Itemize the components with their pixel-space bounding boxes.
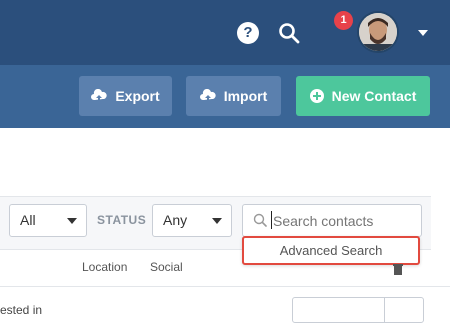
new-contact-label: New Contact (331, 88, 417, 104)
trash-icon[interactable] (392, 262, 404, 280)
status-select-value: Any (163, 212, 188, 228)
plus-circle-icon (309, 89, 324, 103)
cloud-upload-icon (91, 89, 107, 102)
notification-badge: 1 (334, 11, 353, 30)
status-label: STATUS (97, 213, 147, 227)
chevron-down-icon[interactable] (418, 30, 428, 36)
search-icon (253, 213, 267, 227)
export-button[interactable]: Export (79, 76, 172, 116)
new-contact-button[interactable]: New Contact (296, 76, 430, 116)
import-button[interactable]: Import (186, 76, 281, 116)
filter-select[interactable]: All (9, 204, 87, 237)
column-header-location[interactable]: Location (82, 260, 127, 274)
text-cursor (271, 211, 272, 229)
status-select[interactable]: Any (152, 204, 232, 237)
user-avatar[interactable] (359, 13, 397, 51)
column-header-social[interactable]: Social (150, 260, 183, 274)
import-label: Import (223, 88, 268, 104)
row-text: ested in (0, 303, 43, 317)
search-icon[interactable] (277, 21, 301, 45)
search-input[interactable] (273, 211, 413, 231)
search-contacts-field[interactable] (242, 204, 422, 237)
cloud-upload-icon (199, 89, 216, 102)
caret-down-icon (212, 218, 222, 224)
filter-select-value: All (20, 212, 36, 228)
caret-down-icon (67, 218, 77, 224)
advanced-search-link[interactable]: Advanced Search (242, 236, 420, 265)
help-icon[interactable]: ? (237, 22, 259, 44)
export-label: Export (115, 88, 160, 104)
row-divider (0, 286, 450, 287)
button-divider (384, 298, 385, 322)
row-action-button[interactable] (292, 297, 424, 323)
